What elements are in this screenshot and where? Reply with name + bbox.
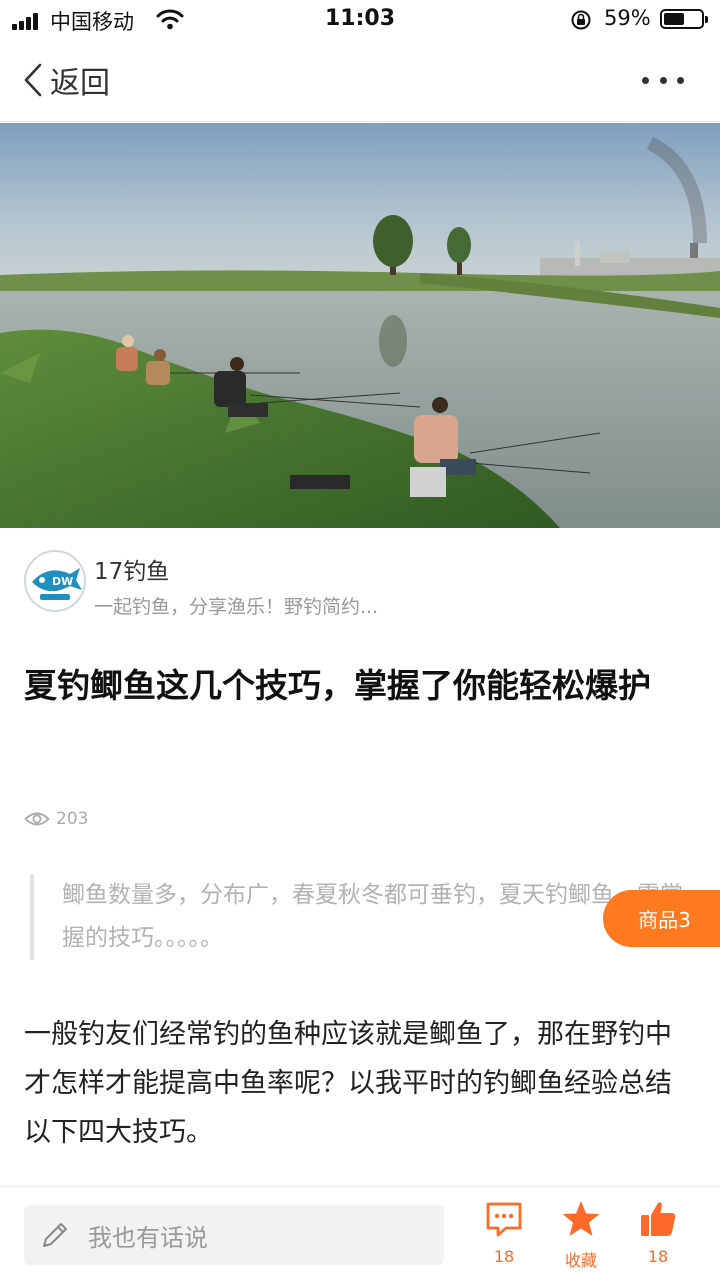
comment-bubble-icon (486, 1202, 522, 1237)
article-cover-image (0, 123, 720, 528)
view-count-value: 203 (56, 809, 89, 829)
fish-logo-icon: DW (32, 568, 82, 600)
battery-icon (660, 9, 708, 29)
author-name: 17钓鱼 (94, 559, 170, 585)
eye-icon (24, 812, 50, 826)
comment-count: 18 (493, 1247, 515, 1266)
rotation-lock-icon (571, 10, 591, 30)
pencil-icon (43, 1223, 67, 1247)
like-button[interactable]: 18 (623, 1199, 693, 1279)
comment-button[interactable]: 18 (469, 1199, 539, 1279)
like-count: 18 (647, 1247, 669, 1266)
back-button[interactable]: 返回 (22, 60, 110, 101)
navigation-bar: 返回 (0, 40, 720, 122)
favorite-label: 收藏 (564, 1251, 597, 1270)
view-count: 203 (24, 806, 88, 832)
battery-percent: 59% (604, 6, 651, 30)
back-label: 返回 (50, 66, 110, 101)
chevron-left-icon (24, 63, 42, 97)
goods-badge-button[interactable]: 商品3 (603, 890, 720, 947)
article-summary-quote: 鲫鱼数量多，分布广，春夏秋冬都可垂钓，夏天钓鲫鱼，需掌握的技巧。。。。。 (30, 874, 690, 960)
author-info[interactable]: DW 17钓鱼 一起钓鱼，分享渔乐！野钓简约... (24, 548, 704, 618)
more-options-icon[interactable] (642, 68, 684, 92)
article-title: 夏钓鲫鱼这几个技巧，掌握了你能轻松爆护 (24, 666, 651, 705)
article-body: 一般钓友们经常钓的鱼种应该就是鲫鱼了，那在野钓中才怎样才能提高中鱼率呢？以我平时… (24, 1019, 672, 1148)
svg-text:DW: DW (52, 575, 73, 588)
thumbs-up-icon (641, 1202, 676, 1236)
comment-input[interactable]: 我也有话说 (24, 1205, 444, 1265)
favorite-button[interactable]: 收藏 (546, 1199, 616, 1279)
comment-placeholder: 我也有话说 (88, 1223, 208, 1252)
status-bar: 中国移动 11:03 59% (0, 0, 720, 40)
star-icon (562, 1201, 600, 1236)
avatar[interactable]: DW (24, 550, 86, 612)
bottom-action-bar: 我也有话说 18 收藏 18 (0, 1186, 720, 1280)
author-description: 一起钓鱼，分享渔乐！野钓简约... (94, 596, 379, 618)
